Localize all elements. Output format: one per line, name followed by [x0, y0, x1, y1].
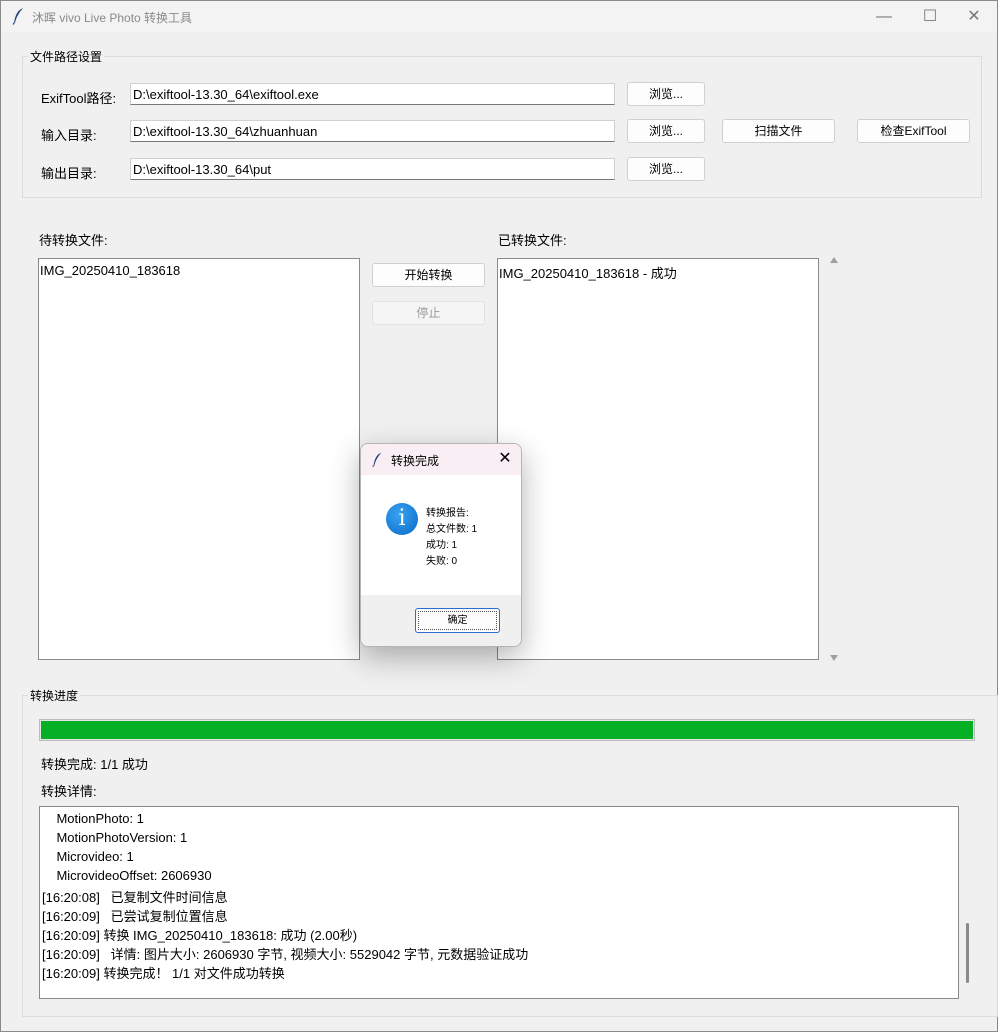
log-scrollbar[interactable] — [966, 923, 969, 983]
scroll-down-arrow[interactable] — [830, 655, 838, 661]
dialog-message-line: 总文件数: 1 — [426, 524, 478, 535]
pending-files-list[interactable]: IMG_20250410_183618 — [38, 258, 360, 660]
focus-ring — [418, 611, 497, 630]
minimize-button[interactable]: — — [861, 1, 907, 32]
dialog-footer: 确定 — [361, 595, 521, 646]
completion-dialog: 转换完成 ✕ i 转换报告: 总文件数: 1 成功: 1 失败: 0 确定 — [360, 443, 522, 647]
window-title: 沐晖 vivo Live Photo 转换工具 — [32, 11, 193, 25]
output-dir-label: 输出目录: — [41, 166, 97, 181]
ok-button[interactable]: 确定 — [415, 608, 500, 633]
dialog-message-line: 失败: 0 — [426, 556, 458, 567]
log-line: Microvideo: 1 — [42, 849, 134, 864]
pending-files-title: 待转换文件: — [39, 233, 108, 248]
log-line: MicrovideoOffset: 2606930 — [42, 868, 212, 883]
exiftool-path-input[interactable]: D:\exiftool-13.30_64\exiftool.exe — [130, 83, 615, 105]
close-button[interactable]: ✕ — [951, 1, 997, 32]
input-dir-label: 输入目录: — [41, 128, 97, 143]
browse-output-button[interactable]: 浏览... — [627, 157, 705, 181]
progress-fill — [41, 721, 973, 739]
log-line: [16:20:09] 详情: 图片大小: 2606930 字节, 视频大小: 5… — [42, 947, 529, 962]
stop-button[interactable]: 停止 — [372, 301, 485, 325]
log-line: [16:20:09] 转换 IMG_20250410_183618: 成功 (2… — [42, 928, 358, 943]
list-item[interactable]: IMG_20250410_183618 — [40, 263, 180, 278]
start-convert-button[interactable]: 开始转换 — [372, 263, 485, 287]
browse-exiftool-button[interactable]: 浏览... — [627, 82, 705, 106]
path-settings-title: 文件路径设置 — [28, 48, 105, 65]
dialog-title-bar[interactable]: 转换完成 ✕ — [361, 444, 521, 475]
dialog-message-line: 转换报告: — [426, 508, 469, 519]
scroll-up-arrow[interactable] — [830, 257, 838, 263]
dialog-close-button[interactable]: ✕ — [495, 449, 515, 469]
converted-files-list[interactable]: IMG_20250410_183618 - 成功 — [497, 258, 819, 660]
progress-status: 转换完成: 1/1 成功 — [41, 757, 148, 772]
converted-files-title: 已转换文件: — [498, 233, 567, 248]
input-dir-input[interactable]: D:\exiftool-13.30_64\zhuanhuan — [130, 120, 615, 142]
scan-files-button[interactable]: 扫描文件 — [722, 119, 835, 143]
log-line: MotionPhotoVersion: 1 — [42, 830, 188, 845]
dialog-message-line: 成功: 1 — [426, 540, 458, 551]
progress-bar — [39, 719, 975, 741]
log-textbox[interactable]: MotionPhoto: 1 MotionPhotoVersion: 1 Mic… — [39, 806, 959, 999]
list-item[interactable]: IMG_20250410_183618 - 成功 — [499, 263, 677, 282]
log-line: [16:20:09] 已尝试复制位置信息 — [42, 909, 228, 924]
details-label: 转换详情: — [41, 784, 97, 799]
maximize-button[interactable]: ☐ — [907, 1, 953, 32]
check-exiftool-button[interactable]: 检查ExifTool — [857, 119, 970, 143]
exiftool-path-label: ExifTool路径: — [41, 91, 117, 106]
feather-icon — [372, 452, 382, 468]
feather-icon — [12, 8, 23, 25]
output-dir-input[interactable]: D:\exiftool-13.30_64\put — [130, 158, 615, 180]
log-line: [16:20:08] 已复制文件时间信息 — [42, 890, 228, 905]
main-window: 沐晖 vivo Live Photo 转换工具 — ☐ ✕ 文件路径设置 Exi… — [0, 0, 998, 1032]
title-bar[interactable]: 沐晖 vivo Live Photo 转换工具 — ☐ ✕ — [1, 1, 997, 32]
info-icon: i — [386, 503, 418, 535]
progress-title: 转换进度 — [28, 687, 81, 704]
browse-input-button[interactable]: 浏览... — [627, 119, 705, 143]
dialog-title: 转换完成 — [391, 454, 440, 468]
log-line: [16:20:09] 转换完成！ 1/1 对文件成功转换 — [42, 966, 285, 981]
log-line: MotionPhoto: 1 — [42, 811, 144, 826]
